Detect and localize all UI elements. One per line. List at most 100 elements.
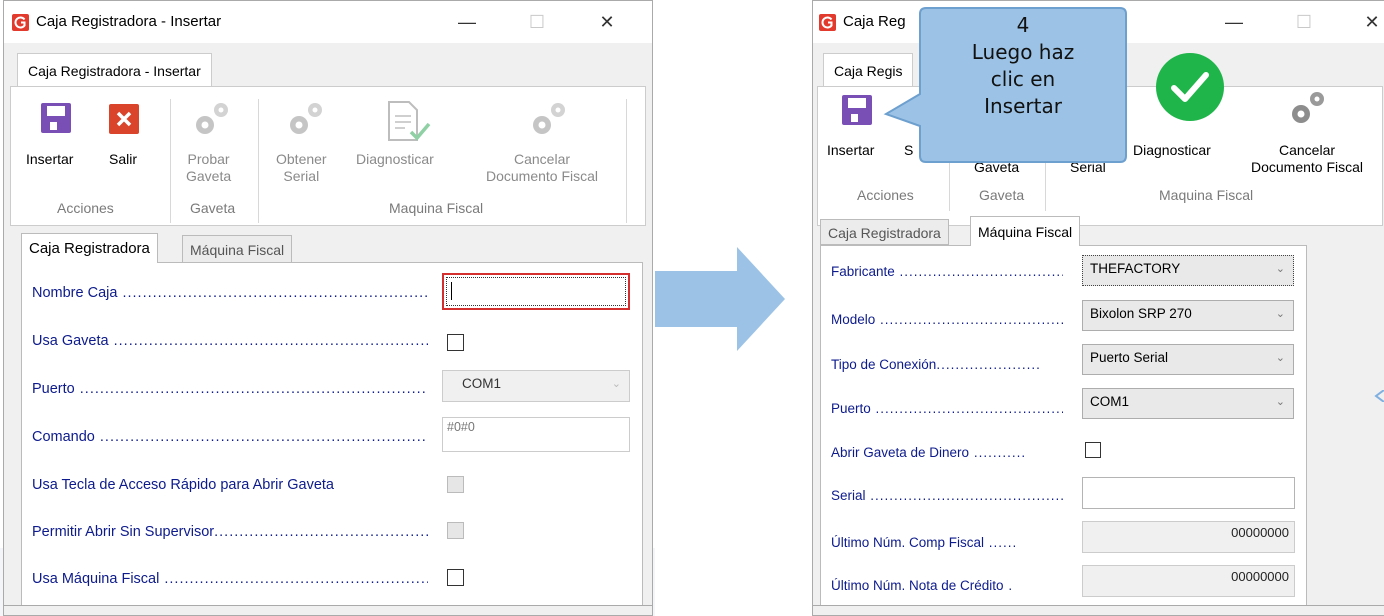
maximize-button[interactable]: ☐ <box>522 11 552 33</box>
tipo-conexion-value: Puerto Serial <box>1090 350 1169 365</box>
cancelar-line2: Documento Fiscal <box>485 168 599 184</box>
puerto-select[interactable]: COM1 ⌄ <box>442 370 630 402</box>
tab-caja-registradora[interactable]: Caja Registradora <box>820 219 949 245</box>
chevron-down-icon: ⌄ <box>1275 263 1285 275</box>
puerto-value: COM1 <box>1090 394 1130 409</box>
gear-icon <box>290 103 322 134</box>
tab-caja-registradora[interactable]: Caja Registradora <box>21 233 158 263</box>
diagnosticar-button[interactable]: Diagnosticar <box>1133 142 1211 159</box>
window-title: Caja Registradora - Insertar <box>36 13 222 30</box>
chevron-down-icon: ⌄ <box>1275 396 1285 408</box>
label-usa-tecla: Usa Tecla de Acceso Rápido para Abrir Ga… <box>32 477 334 493</box>
label-puerto: Puerto .................................… <box>831 401 1063 416</box>
group-label-acciones: Acciones <box>857 187 914 203</box>
ribbon-separator <box>258 99 259 223</box>
label-permitir: Permitir Abrir Sin Supervisor...........… <box>32 524 428 540</box>
chevron-down-icon: ⌄ <box>611 378 621 390</box>
obtener-serial-button[interactable]: Obtener Serial <box>276 151 327 185</box>
ribbon-separator <box>1045 159 1046 211</box>
ultimo-comp-input[interactable]: 00000000 <box>1082 521 1295 553</box>
label-comando: Comando ................................… <box>32 429 428 445</box>
label-tipo-conexion: Tipo de Conexión...................... <box>831 357 1041 372</box>
app-logo-icon <box>819 14 836 31</box>
left-titlebar: Caja Registradora - Insertar — ☐ ✕ <box>4 1 652 43</box>
chevron-down-icon: ⌄ <box>1275 308 1285 320</box>
cancelar-documento-button[interactable]: Cancelar Documento Fiscal <box>469 151 615 185</box>
fabricante-value: THEFACTORY <box>1090 261 1181 276</box>
transition-arrow-icon <box>655 247 785 351</box>
exit-icon <box>109 104 139 134</box>
gear-icon <box>1292 92 1324 123</box>
save-icon <box>842 95 872 125</box>
status-bar <box>813 605 1384 615</box>
cancelar-line2: Documento Fiscal <box>1250 159 1364 175</box>
close-button[interactable]: ✕ <box>592 11 622 33</box>
tipo-conexion-select[interactable]: Puerto Serial ⌄ <box>1082 344 1294 375</box>
comando-input[interactable]: #0#0 <box>442 417 630 452</box>
modelo-value: Bixolon SRP 270 <box>1090 306 1192 321</box>
chevron-down-icon: ⌄ <box>1275 352 1285 364</box>
callout-line2: clic en <box>990 67 1056 91</box>
minimize-button[interactable]: — <box>1219 11 1249 33</box>
label-puerto: Puerto .................................… <box>32 381 428 397</box>
close-button[interactable]: ✕ <box>1357 11 1384 33</box>
callout-line3: Insertar <box>984 94 1062 118</box>
group-label-gaveta: Gaveta <box>190 200 236 216</box>
usa-maquina-checkbox[interactable] <box>447 569 464 586</box>
label-usa-gaveta: Usa Gaveta .............................… <box>32 333 428 349</box>
salir-button[interactable]: Salir <box>109 151 137 168</box>
save-icon <box>41 103 71 133</box>
label-fabricante: Fabricante .............................… <box>831 264 1063 279</box>
permitir-checkbox[interactable] <box>447 522 464 539</box>
check-circle-icon <box>1156 53 1224 121</box>
ribbon-separator <box>170 99 171 223</box>
ribbon-separator <box>949 159 950 211</box>
gear-icon <box>196 103 228 134</box>
diagnosticar-button[interactable]: Diagnosticar <box>356 151 434 168</box>
status-bar <box>4 605 652 615</box>
modelo-select[interactable]: Bixolon SRP 270 ⌄ <box>1082 300 1294 331</box>
minimize-button[interactable]: — <box>452 11 482 33</box>
small-arrow-icon <box>1374 390 1384 402</box>
callout-step: 4 <box>1016 13 1030 37</box>
cancelar-documento-button[interactable]: Cancelar Documento Fiscal <box>1237 142 1377 176</box>
label-abrir-gaveta: Abrir Gaveta de Dinero ........... <box>831 445 1027 460</box>
puerto-value: COM1 <box>462 376 502 391</box>
text-cursor <box>451 282 452 300</box>
puerto-select[interactable]: COM1 ⌄ <box>1082 388 1294 419</box>
callout-line1: Luego haz <box>971 40 1075 64</box>
gear-icon <box>533 103 565 134</box>
tab-maquina-fiscal[interactable]: Máquina Fiscal <box>970 216 1081 246</box>
group-label-gaveta: Gaveta <box>979 187 1025 203</box>
maximize-button[interactable]: ☐ <box>1289 11 1319 33</box>
cancelar-line1: Cancelar <box>513 151 571 167</box>
abrir-gaveta-checkbox[interactable] <box>1085 442 1101 458</box>
group-label-acciones: Acciones <box>57 200 114 216</box>
obtener-line2: Serial <box>283 168 320 184</box>
fabricante-select[interactable]: THEFACTORY ⌄ <box>1082 255 1294 286</box>
probar-line2: Gaveta <box>186 168 232 184</box>
label-ultimo-nota: Último Núm. Nota de Crédito . <box>831 578 1014 593</box>
group-label-maquina: Maquina Fiscal <box>1159 187 1254 203</box>
probar-gaveta-button[interactable]: Probar Gaveta <box>186 151 231 185</box>
probar-line1: Probar <box>187 151 230 167</box>
callout-text: 4 Luego haz clic en Insertar <box>922 12 1124 120</box>
obtener-line1: Obtener <box>276 151 327 167</box>
usa-tecla-checkbox[interactable] <box>447 476 464 493</box>
document-check-icon <box>388 101 431 141</box>
ribbon-tab[interactable]: Caja Registradora - Insertar <box>17 53 212 87</box>
label-nombre-caja: Nombre Caja ............................… <box>32 285 428 301</box>
app-logo-icon <box>12 14 29 31</box>
insertar-button[interactable]: Insertar <box>827 142 874 159</box>
ultimo-nota-input[interactable]: 00000000 <box>1082 565 1295 597</box>
tab-maquina-fiscal[interactable]: Máquina Fiscal <box>182 235 293 263</box>
ribbon-separator <box>626 99 627 223</box>
serial-input[interactable] <box>1082 477 1295 509</box>
label-usa-maquina: Usa Máquina Fiscal .....................… <box>32 571 428 587</box>
usa-gaveta-checkbox[interactable] <box>447 334 464 351</box>
insertar-button[interactable]: Insertar <box>26 151 73 168</box>
left-window: Caja Registradora - Insertar — ☐ ✕ Caja … <box>3 0 653 616</box>
nombre-caja-input[interactable] <box>442 273 630 310</box>
label-serial: Serial .................................… <box>831 488 1063 503</box>
group-label-maquina: Maquina Fiscal <box>389 200 484 216</box>
